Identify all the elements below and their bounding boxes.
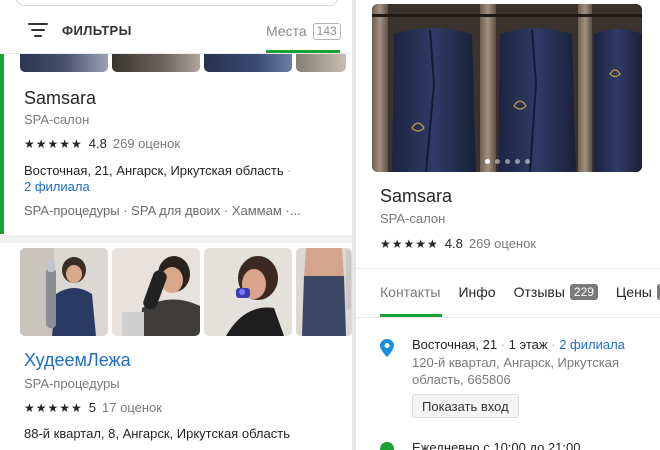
result-rating: ★★★★★ 4.8 269 оценок xyxy=(24,136,180,151)
gallery-dot[interactable] xyxy=(494,159,500,164)
result-address: 88-й квартал, 8, Ангарск, Иркутская обла… xyxy=(24,426,290,441)
tab-prices[interactable]: Цены xyxy=(616,284,660,300)
place-rating[interactable]: ★★★★★ 4.8 269 оценок xyxy=(380,236,536,251)
filters-label: ФИЛЬТРЫ xyxy=(62,22,132,38)
rating-stars: ★★★★★ xyxy=(24,136,83,151)
place-photo-gallery[interactable] xyxy=(372,4,642,172)
active-tab-underline xyxy=(266,50,340,53)
photo-thumb[interactable] xyxy=(296,248,352,336)
address-separator: · xyxy=(287,163,292,178)
place-tabs: Контакты Инфо Отзывы 229 Цены xyxy=(380,284,660,300)
rating-count: 17 оценок xyxy=(102,400,162,415)
result-title[interactable]: Samsara xyxy=(24,88,96,109)
results-scrollbar[interactable] xyxy=(346,250,351,310)
tab-reviews[interactable]: Отзывы 229 xyxy=(514,284,598,300)
photo-thumb[interactable] xyxy=(20,248,108,336)
hours-text: Ежедневно с 10:00 до 21:00 xyxy=(412,440,581,450)
selected-indicator xyxy=(0,54,4,234)
location-pin-icon xyxy=(380,339,394,357)
rating-count: 269 оценок xyxy=(112,136,181,151)
address-line: Восточная, 21 · 1 этаж · 2 филиала xyxy=(412,337,625,352)
tab-reviews-label: Отзывы xyxy=(513,284,565,300)
result-address: Восточная, 21, Ангарск, Иркутская област… xyxy=(24,163,292,178)
result-photos xyxy=(20,54,346,72)
place-category[interactable]: SPA-салон xyxy=(380,211,445,226)
app-window: ФИЛЬТРЫ Места 143 Samsara SPA-салон ★★★★… xyxy=(0,0,660,450)
result-tags: SPA-процедуры · SPA для двоих · Хаммам ·… xyxy=(24,203,301,218)
branches-link[interactable]: 2 филиала xyxy=(559,337,625,352)
reviews-count-badge: 229 xyxy=(569,284,598,300)
places-tab-label: Места xyxy=(266,23,307,39)
result-title[interactable]: ХудеемЛежа xyxy=(24,350,131,371)
rating-count: 269 оценок xyxy=(468,236,537,251)
rating-stars: ★★★★★ xyxy=(24,400,83,415)
clock-icon xyxy=(380,442,394,450)
tabs-bottom-border xyxy=(356,317,660,318)
tabs-separator xyxy=(356,268,660,269)
rating-stars: ★★★★★ xyxy=(380,236,439,251)
rating-value: 5 xyxy=(88,400,97,415)
address-text: Восточная, 21, Ангарск, Иркутская област… xyxy=(24,163,284,178)
show-entrance-button[interactable]: Показать вход xyxy=(412,394,519,418)
photo-thumb[interactable] xyxy=(112,248,200,336)
tab-prices-label: Цены xyxy=(615,284,652,300)
result-card-hudeemlezha[interactable]: ХудеемЛежа SPA-процедуры ★★★★★ 5 17 оцен… xyxy=(0,243,352,450)
place-details-panel: Samsara SPA-салон ★★★★★ 4.8 269 оценок К… xyxy=(356,0,660,450)
results-panel: ФИЛЬТРЫ Места 143 Samsara SPA-салон ★★★★… xyxy=(0,0,352,450)
photo-thumb[interactable] xyxy=(296,54,346,72)
list-divider xyxy=(0,235,352,243)
gallery-dot[interactable] xyxy=(514,159,520,164)
filters-button[interactable]: ФИЛЬТРЫ xyxy=(28,18,132,42)
address-separator: · xyxy=(500,337,506,352)
address-floor: 1 этаж xyxy=(508,337,548,352)
photo-thumb[interactable] xyxy=(204,248,292,336)
branches-link[interactable]: 2 филиала xyxy=(24,179,90,194)
result-photos xyxy=(20,248,352,336)
address-detail: 120-й квартал, Ангарск, Иркутская област… xyxy=(412,355,619,387)
gallery-pagination xyxy=(372,159,642,164)
address-separator: · xyxy=(551,337,556,352)
search-box-edge[interactable] xyxy=(16,0,338,6)
result-category: SPA-процедуры xyxy=(24,376,120,391)
gallery-dot[interactable] xyxy=(484,159,490,164)
places-count-badge: 143 xyxy=(312,22,341,40)
result-category: SPA-салон xyxy=(24,112,90,127)
photo-thumb[interactable] xyxy=(20,54,108,72)
rating-value: 4.8 xyxy=(444,236,463,251)
tab-places[interactable]: Места 143 xyxy=(266,18,341,44)
photo-thumb[interactable] xyxy=(204,54,292,72)
address-street: Восточная, 21 xyxy=(412,337,498,352)
filter-bar: ФИЛЬТРЫ Места 143 xyxy=(0,14,352,54)
tab-info[interactable]: Инфо xyxy=(458,284,495,300)
tab-contacts[interactable]: Контакты xyxy=(380,284,440,300)
filter-icon xyxy=(28,23,48,37)
place-title: Samsara xyxy=(380,186,453,206)
result-rating: ★★★★★ 5 17 оценок xyxy=(24,400,162,415)
result-card-samsara[interactable]: Samsara SPA-салон ★★★★★ 4.8 269 оценок В… xyxy=(0,54,346,234)
gallery-dot[interactable] xyxy=(504,159,510,164)
gallery-dot[interactable] xyxy=(524,159,530,164)
rating-value: 4.8 xyxy=(88,136,107,151)
photo-thumb[interactable] xyxy=(112,54,200,72)
